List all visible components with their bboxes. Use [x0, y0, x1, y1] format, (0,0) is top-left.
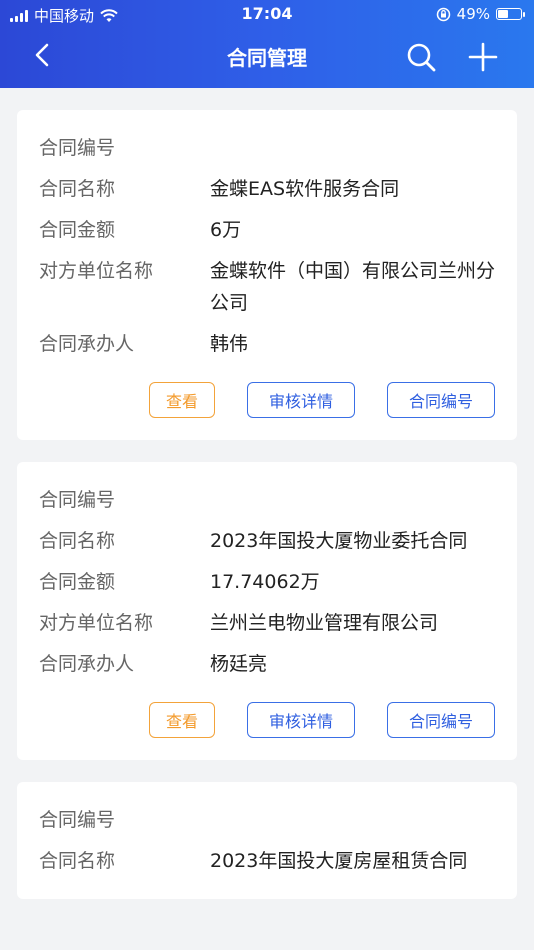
number-value: [210, 484, 495, 516]
name-label: 合同名称: [39, 178, 116, 200]
amount-row: 合同金额 6万: [39, 214, 495, 246]
number-value: [210, 132, 495, 164]
orientation-lock-icon: [436, 7, 450, 21]
number-label: 合同编号: [39, 489, 116, 511]
number-label: 合同编号: [39, 809, 116, 831]
card-actions: 查看 审核详情 合同编号: [39, 382, 495, 418]
view-button[interactable]: 查看: [149, 382, 215, 418]
number-value: [210, 804, 495, 836]
name-row: 合同名称 2023年国投大厦物业委托合同: [39, 525, 495, 557]
party-value: 金蝶软件（中国）有限公司兰州分公司: [210, 260, 496, 314]
status-bar: 中国移动 17:04 49%: [0, 0, 534, 28]
contract-card: 合同编号 合同名称 2023年国投大厦房屋租赁合同: [17, 782, 517, 899]
amount-value: 6万: [210, 219, 242, 241]
contract-list: 合同编号 合同名称 金蝶EAS软件服务合同 合同金额 6万 对方单位名称 金蝶软…: [17, 110, 517, 921]
battery-percent: 49%: [456, 5, 490, 23]
name-value: 金蝶EAS软件服务合同: [210, 178, 400, 200]
add-icon[interactable]: [466, 40, 500, 74]
handler-label: 合同承办人: [39, 653, 135, 675]
view-button[interactable]: 查看: [149, 702, 215, 738]
contract-number-button[interactable]: 合同编号: [387, 702, 495, 738]
amount-label: 合同金额: [39, 571, 116, 593]
audit-detail-button[interactable]: 审核详情: [247, 702, 355, 738]
name-value: 2023年国投大厦房屋租赁合同: [210, 850, 468, 872]
name-value: 2023年国投大厦物业委托合同: [210, 530, 468, 552]
handler-row: 合同承办人 杨廷亮: [39, 648, 495, 680]
amount-label: 合同金额: [39, 219, 116, 241]
audit-detail-button[interactable]: 审核详情: [247, 382, 355, 418]
app-header: 中国移动 17:04 49% 合同管理: [0, 0, 534, 88]
number-label: 合同编号: [39, 137, 116, 159]
party-label: 对方单位名称: [39, 612, 154, 634]
handler-value: 韩伟: [210, 333, 249, 355]
party-row: 对方单位名称 兰州兰电物业管理有限公司: [39, 607, 495, 639]
card-actions: 查看 审核详情 合同编号: [39, 702, 495, 738]
page-title: 合同管理: [227, 46, 307, 70]
party-row: 对方单位名称 金蝶软件（中国）有限公司兰州分公司: [39, 255, 495, 319]
handler-row: 合同承办人 韩伟: [39, 328, 495, 360]
battery-icon: [496, 8, 525, 20]
handler-label: 合同承办人: [39, 333, 135, 355]
contract-card: 合同编号 合同名称 金蝶EAS软件服务合同 合同金额 6万 对方单位名称 金蝶软…: [17, 110, 517, 440]
party-value: 兰州兰电物业管理有限公司: [210, 612, 439, 634]
number-row: 合同编号: [39, 484, 495, 516]
handler-value: 杨廷亮: [210, 653, 268, 675]
name-row: 合同名称 2023年国投大厦房屋租赁合同: [39, 845, 495, 877]
search-icon[interactable]: [404, 40, 438, 74]
name-label: 合同名称: [39, 530, 116, 552]
party-label: 对方单位名称: [39, 260, 154, 282]
contract-card: 合同编号 合同名称 2023年国投大厦物业委托合同 合同金额 17.74062万…: [17, 462, 517, 760]
name-row: 合同名称 金蝶EAS软件服务合同: [39, 173, 495, 205]
number-row: 合同编号: [39, 132, 495, 164]
number-row: 合同编号: [39, 804, 495, 836]
name-label: 合同名称: [39, 850, 116, 872]
contract-number-button[interactable]: 合同编号: [387, 382, 495, 418]
amount-row: 合同金额 17.74062万: [39, 566, 495, 598]
amount-value: 17.74062万: [210, 571, 320, 593]
